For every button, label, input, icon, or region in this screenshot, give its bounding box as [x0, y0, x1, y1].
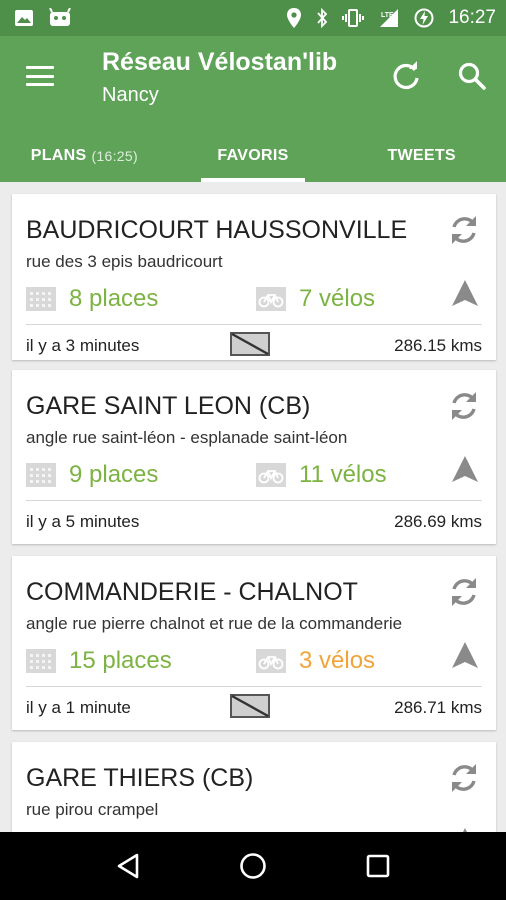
station-refresh-button[interactable]	[446, 760, 482, 796]
station-updated-time: il y a 3 minutes	[26, 336, 140, 355]
tab-plans-label: PLANS	[30, 147, 87, 164]
places-count: 8 places	[69, 285, 159, 312]
parking-slots-icon	[26, 649, 56, 673]
station-card[interactable]: COMMANDERIE - CHALNOT angle rue pierre c…	[12, 556, 496, 730]
system-navigation-bar	[0, 832, 506, 900]
card-divider	[26, 500, 482, 501]
battery-charging-icon	[414, 8, 434, 28]
parking-slots-icon	[26, 287, 56, 311]
tab-favoris-label: FAVORIS	[217, 147, 289, 164]
parking-slots-icon	[26, 463, 56, 487]
bike-icon	[256, 463, 286, 487]
station-distance: 286.69 kms	[394, 512, 482, 531]
station-address: rue pirou crampel	[26, 800, 159, 819]
station-refresh-button[interactable]	[446, 388, 482, 424]
refresh-icon	[452, 216, 476, 244]
station-card[interactable]: GARE THIERS (CB) rue pirou crampel	[12, 742, 496, 832]
station-name: GARE SAINT LEON (CB)	[26, 392, 311, 420]
vibrate-icon	[342, 8, 365, 28]
refresh-icon	[452, 392, 476, 420]
tab-tweets-label: TWEETS	[387, 147, 456, 164]
status-bar-left	[14, 8, 72, 28]
home-button[interactable]	[233, 846, 273, 886]
app-title: Réseau Vélostan'lib	[102, 48, 338, 76]
menu-icon	[26, 66, 54, 69]
lte-signal-icon: LTE	[378, 8, 400, 28]
refresh-icon	[452, 578, 476, 606]
station-updated-time: il y a 5 minutes	[26, 512, 140, 531]
refresh-icon	[393, 61, 419, 90]
status-time: 16:27	[448, 7, 496, 28]
android-icon	[48, 8, 72, 28]
navigation-arrow-icon	[452, 642, 478, 668]
station-places: 15 places	[26, 647, 172, 675]
station-name: GARE THIERS (CB)	[26, 764, 254, 792]
station-navigate-button[interactable]	[448, 278, 482, 308]
no-gps-icon	[230, 332, 270, 356]
image-icon	[14, 8, 34, 28]
station-refresh-button[interactable]	[446, 574, 482, 610]
back-icon	[118, 853, 139, 879]
station-list[interactable]: BAUDRICOURT HAUSSONVILLE rue des 3 epis …	[0, 182, 506, 832]
station-address: angle rue saint-léon - esplanade saint-l…	[26, 428, 348, 447]
menu-button[interactable]	[24, 62, 56, 90]
station-navigate-button[interactable]	[448, 640, 482, 670]
tab-favoris[interactable]: FAVORIS	[169, 130, 338, 182]
home-icon	[240, 853, 266, 879]
card-divider	[26, 324, 482, 325]
station-refresh-button[interactable]	[446, 212, 482, 248]
places-count: 15 places	[69, 647, 172, 674]
bikes-count: 7 vélos	[299, 285, 376, 312]
back-button[interactable]	[108, 846, 148, 886]
tab-tweets[interactable]: TWEETS	[337, 130, 506, 182]
app-subtitle: Nancy	[102, 84, 159, 106]
station-name: COMMANDERIE - CHALNOT	[26, 578, 358, 606]
tab-plans-time: (16:25)	[91, 148, 138, 164]
recents-icon	[366, 854, 389, 878]
station-distance: 286.71 kms	[394, 698, 482, 717]
refresh-button[interactable]	[390, 60, 422, 92]
location-icon	[286, 8, 302, 28]
search-button[interactable]	[456, 60, 488, 92]
station-places: 8 places	[26, 285, 158, 313]
station-address: rue des 3 epis baudricourt	[26, 252, 223, 271]
status-bar: LTE 16:27	[0, 0, 506, 36]
places-count: 9 places	[69, 461, 159, 488]
tab-bar: PLANS (16:25) FAVORIS TWEETS	[0, 130, 506, 182]
station-card[interactable]: BAUDRICOURT HAUSSONVILLE rue des 3 epis …	[12, 194, 496, 360]
navigation-arrow-icon	[452, 280, 478, 306]
refresh-icon	[452, 764, 476, 792]
bluetooth-icon	[316, 8, 328, 28]
card-divider	[26, 686, 482, 687]
station-distance: 286.15 kms	[394, 336, 482, 355]
app-bar: Réseau Vélostan'lib Nancy PLANS (16:25) …	[0, 36, 506, 182]
bike-icon	[256, 649, 286, 673]
svg-text:LTE: LTE	[381, 12, 394, 19]
search-icon	[458, 62, 486, 90]
station-navigate-button[interactable]	[448, 454, 482, 484]
bike-icon	[256, 287, 286, 311]
bikes-count: 11 vélos	[299, 461, 387, 488]
no-gps-icon	[230, 694, 270, 718]
status-bar-right: LTE 16:27	[286, 7, 496, 29]
tab-plans[interactable]: PLANS (16:25)	[0, 130, 169, 182]
navigation-arrow-icon	[452, 456, 478, 482]
station-places: 9 places	[26, 461, 158, 489]
station-name: BAUDRICOURT HAUSSONVILLE	[26, 216, 408, 244]
station-card[interactable]: GARE SAINT LEON (CB) angle rue saint-léo…	[12, 370, 496, 544]
station-bikes: 7 vélos	[256, 285, 375, 313]
bikes-count: 3 vélos	[299, 647, 376, 674]
recents-button[interactable]	[358, 846, 398, 886]
station-address: angle rue pierre chalnot et rue de la co…	[26, 614, 403, 633]
station-bikes: 3 vélos	[256, 647, 375, 675]
station-bikes: 11 vélos	[256, 461, 387, 489]
station-updated-time: il y a 1 minute	[26, 698, 131, 717]
